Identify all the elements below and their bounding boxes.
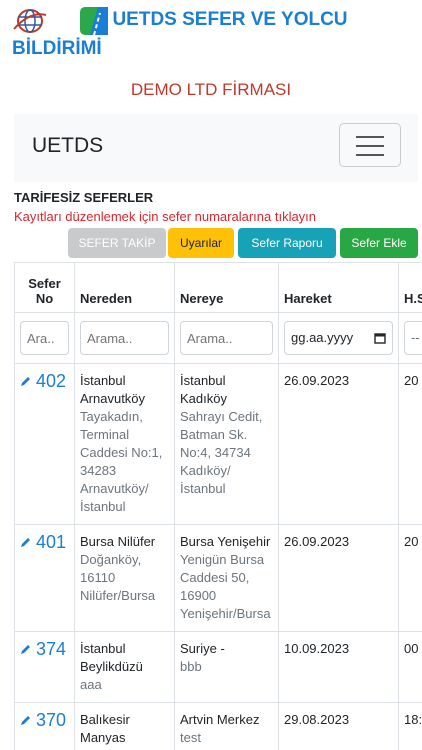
to-city: Bursa Yenişehir: [180, 534, 271, 549]
pencil-icon: [21, 716, 30, 725]
header-nereden[interactable]: Nereden: [74, 262, 175, 313]
navbar-brand[interactable]: UETDS: [32, 134, 103, 158]
from-address: Tayakadın, Terminal Caddesi No:1, 34283 …: [80, 409, 163, 514]
sefer-link-401[interactable]: 401: [20, 533, 66, 551]
nereden-filter-input[interactable]: [80, 321, 169, 355]
filter-row: gg.aa.yyyy --: [14, 312, 422, 364]
sefer-no-filter-input[interactable]: [20, 321, 69, 355]
company-name: DEMO LTD FİRMASI: [130, 80, 292, 99]
hs-value: 00: [398, 631, 422, 703]
hamburger-icon-line: [356, 154, 384, 156]
to-address: test: [180, 730, 201, 745]
to-city: Artvin Merkez: [180, 712, 260, 727]
sefer-no: 401: [36, 532, 67, 552]
table-row: 370 Balıkesir Manyastest Artvin Merkezte…: [14, 702, 422, 750]
hamburger-menu-button[interactable]: [339, 123, 401, 167]
app-title-line1: UETDS SEFER VE YOLCU: [112, 9, 348, 30]
table-row: 402 İstanbul Arnavutköy Tayakadın, Termin…: [14, 363, 422, 525]
pencil-icon: [21, 377, 30, 386]
globe-logo-icon: [12, 7, 48, 35]
pencil-icon: [21, 538, 30, 547]
to-address: bbb: [180, 659, 202, 674]
sefer-link-374[interactable]: 374: [20, 640, 66, 658]
app-header: UETDS SEFER VE YOLCU BİLDİRİMİ: [12, 6, 422, 63]
sefer-link-370[interactable]: 370: [20, 711, 66, 729]
header-hs[interactable]: H.S: [398, 262, 422, 313]
hamburger-icon-line: [356, 145, 384, 147]
hareket-date: 26.09.2023: [278, 363, 399, 525]
from-city: Bursa Nilüfer: [80, 534, 156, 549]
hs-value: 20: [398, 524, 422, 632]
app-title-line2: BİLDİRİMİ: [12, 37, 102, 59]
from-city: Balıkesir Manyas: [80, 712, 130, 745]
to-address: Sahrayı Cedit, Batman Sk. No:4, 34734 Ka…: [180, 409, 263, 496]
table-row: 374 İstanbul Beylikdüzü aaa Suriye - bbb 1…: [14, 631, 422, 703]
table-row: 401 Bursa Nilüfer Doğanköy, 16110 Nilüfer…: [14, 524, 422, 632]
table-header-row: Sefer No Nereden Nereye Hareket H.S: [14, 262, 422, 313]
header-sefer-no[interactable]: Sefer No: [14, 262, 75, 313]
hareket-date-filter[interactable]: gg.aa.yyyy: [284, 321, 393, 355]
header-nereye[interactable]: Nereye: [174, 262, 279, 313]
sefer-link-402[interactable]: 402: [20, 372, 66, 390]
date-placeholder: gg.aa.yyyy: [291, 330, 354, 345]
sefer-no: 374: [36, 639, 67, 659]
hamburger-icon: [356, 136, 384, 138]
section-title: TARİFESİZ SEFERLER: [14, 190, 154, 205]
hs-value: 20: [398, 363, 422, 525]
hareket-date: 26.09.2023: [278, 524, 399, 632]
from-address: Doğanköy, 16110 Nilüfer/Bursa: [80, 552, 156, 603]
seferler-table-container[interactable]: Sefer No Nereden Nereye Hareket H.S gg.a…: [14, 262, 422, 750]
sefer-no: 402: [36, 371, 67, 391]
seferler-table: Sefer No Nereden Nereye Hareket H.S gg.a…: [14, 262, 422, 750]
sefer-raporu-button[interactable]: Sefer Raporu: [238, 228, 336, 258]
sefer-takip-button[interactable]: SEFER TAKİP: [68, 228, 166, 258]
nereye-filter-input[interactable]: [180, 321, 273, 355]
hs-filter-input[interactable]: --: [404, 321, 422, 355]
pencil-icon: [21, 645, 30, 654]
sefer-ekle-button[interactable]: Sefer Ekle: [340, 228, 418, 258]
sefer-no: 370: [36, 710, 67, 730]
to-address: Yenigün Bursa Caddesi 50, 16900 Yenişehi…: [180, 552, 271, 621]
from-city: İstanbul Arnavutköy: [80, 373, 146, 406]
road-logo-icon: [80, 6, 109, 36]
uyarilar-button[interactable]: Uyarılar: [168, 228, 234, 258]
calendar-icon[interactable]: [374, 332, 386, 344]
to-city: Suriye -: [180, 641, 225, 656]
hareket-date: 29.08.2023: [278, 702, 399, 750]
to-city: İstanbul Kadıköy: [180, 373, 227, 406]
navbar: UETDS: [14, 114, 418, 182]
section-hint: Kayıtları düzenlemek için sefer numarala…: [14, 209, 317, 224]
hs-value: 18:: [398, 702, 422, 750]
from-address: aaa: [80, 677, 102, 692]
header-hareket[interactable]: Hareket: [278, 262, 399, 313]
from-city: İstanbul Beylikdüzü: [80, 641, 143, 674]
hareket-date: 10.09.2023: [278, 631, 399, 703]
